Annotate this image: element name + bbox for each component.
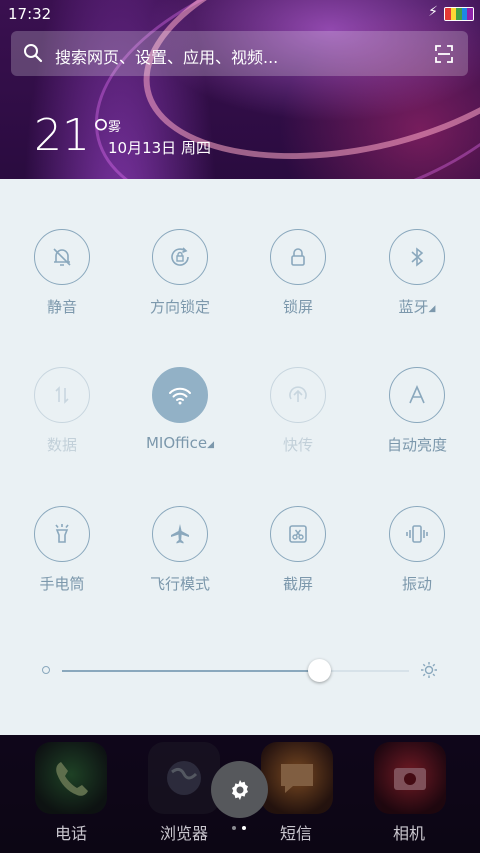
screenshot-icon <box>289 525 307 543</box>
quick-transfer-icon <box>289 386 307 402</box>
wifi-icon <box>169 387 191 405</box>
tile-circle <box>152 506 208 562</box>
phone-app-icon[interactable] <box>35 742 107 814</box>
status-time: 17:32 <box>8 5 52 23</box>
tile-silent[interactable]: 静音 <box>3 229 121 317</box>
date: 10月13日 周四 <box>108 139 211 157</box>
brightness-slider-fill <box>62 670 319 672</box>
weather-condition: 雾 <box>108 120 122 135</box>
tile-rotation-lock[interactable]: 方向锁定 <box>121 229 239 317</box>
brightness-slider-handle[interactable] <box>307 659 331 682</box>
tile-label: MIOffice◢ <box>145 434 215 452</box>
search-bar[interactable]: 搜索网页、设置、应用、视频... <box>11 31 468 76</box>
tile-mobile-data[interactable]: 数据 <box>3 367 121 455</box>
tile-circle <box>152 367 208 423</box>
message-app-label: 短信 <box>279 824 312 843</box>
tile-label: 方向锁定 <box>149 298 210 316</box>
tile-screenshot[interactable]: 截屏 <box>239 506 357 594</box>
tile-label: 飞行模式 <box>149 575 210 593</box>
gear-icon <box>231 779 248 800</box>
tile-label: 数据 <box>46 436 77 454</box>
tile-label: 截屏 <box>282 575 313 593</box>
phone-app-label: 电话 <box>54 824 87 843</box>
tile-airplane-mode[interactable]: 飞行模式 <box>121 506 239 594</box>
tile-circle <box>389 506 445 562</box>
charging-icon: ⚡ <box>428 4 438 20</box>
battery-icon <box>444 7 474 21</box>
tile-circle <box>152 229 208 285</box>
expand-arrow-icon: ◢ <box>207 440 215 450</box>
brightness-low-icon <box>42 666 50 674</box>
tile-auto-brightness[interactable]: 自动亮度 <box>358 367 476 455</box>
auto-brightness-icon <box>409 385 425 404</box>
bell-off-icon <box>53 248 71 266</box>
search-icon <box>24 44 43 63</box>
tile-label: 手电筒 <box>39 575 85 593</box>
browser-app-label: 浏览器 <box>159 824 208 843</box>
temperature: 21° <box>34 110 112 161</box>
tile-vibrate[interactable]: 振动 <box>358 506 476 594</box>
tile-label: 静音 <box>46 298 77 316</box>
tile-lock-screen[interactable]: 锁屏 <box>239 229 357 317</box>
tile-circle <box>34 506 90 562</box>
tile-label: 快传 <box>282 436 313 454</box>
tile-circle <box>34 367 90 423</box>
bluetooth-icon <box>411 247 424 267</box>
tile-circle <box>389 367 445 423</box>
mobile-data-icon <box>55 386 69 404</box>
tile-label: 振动 <box>401 575 432 593</box>
tile-bluetooth[interactable]: 蓝牙◢ <box>358 229 476 317</box>
tile-label: 自动亮度 <box>386 436 447 454</box>
status-bar: 17:32 ⚡ <box>0 0 480 28</box>
message-app-icon[interactable] <box>261 742 333 814</box>
tile-circle <box>270 367 326 423</box>
tile-circle <box>34 229 90 285</box>
page-dot <box>232 826 236 830</box>
rotation-lock-icon <box>171 247 189 266</box>
flashlight-icon <box>55 524 69 543</box>
search-placeholder: 搜索网页、设置、应用、视频... <box>55 48 279 67</box>
tile-wifi[interactable]: MIOffice◢ <box>121 367 239 452</box>
tile-label: 蓝牙◢ <box>398 298 436 316</box>
camera-app-icon[interactable] <box>374 742 446 814</box>
tile-flashlight[interactable]: 手电筒 <box>3 506 121 594</box>
expand-arrow-icon: ◢ <box>428 304 436 314</box>
browser-app-icon[interactable] <box>148 742 220 814</box>
tile-circle <box>389 229 445 285</box>
scan-icon[interactable] <box>434 44 454 64</box>
tile-circle <box>270 229 326 285</box>
settings-button[interactable] <box>211 761 268 818</box>
page-indicator <box>232 826 252 832</box>
brightness-high-icon <box>421 662 437 678</box>
vibrate-icon <box>406 525 428 543</box>
tile-quick-transfer[interactable]: 快传 <box>239 367 357 455</box>
lock-icon <box>291 248 305 266</box>
tile-circle <box>270 506 326 562</box>
tile-label: 锁屏 <box>282 298 313 316</box>
airplane-icon <box>171 524 189 544</box>
camera-app-label: 相机 <box>392 824 425 843</box>
page-dot-active <box>242 826 246 830</box>
